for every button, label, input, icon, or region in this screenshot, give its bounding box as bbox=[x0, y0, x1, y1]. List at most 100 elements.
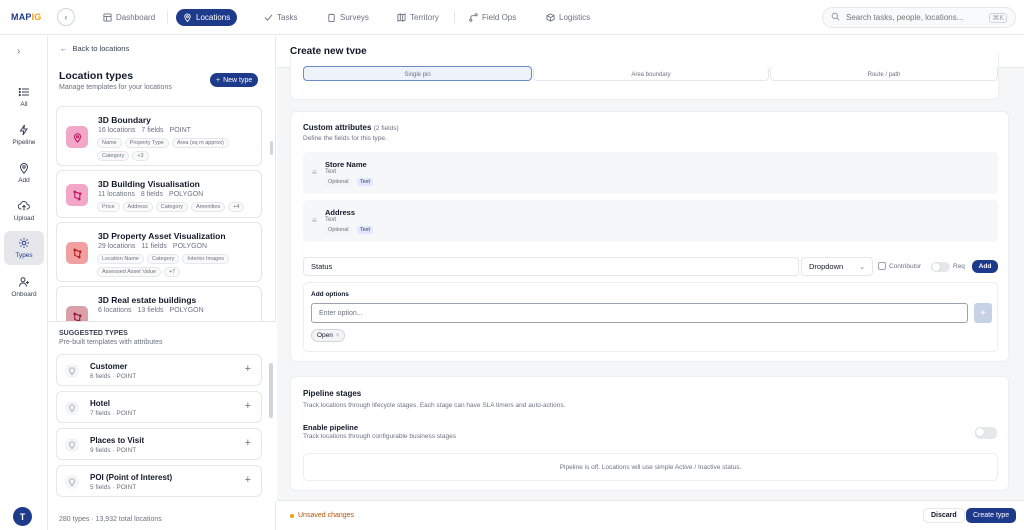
back-to-locations-link[interactable]: ← Back to locations bbox=[60, 44, 129, 53]
pin-icon bbox=[65, 475, 79, 489]
tag: Price bbox=[97, 202, 120, 212]
type-card[interactable]: 3D Building Visualisation 11 locations 8 … bbox=[56, 170, 262, 218]
discard-button[interactable]: Discard bbox=[923, 508, 965, 523]
app-logo[interactable]: MAPIG bbox=[11, 12, 42, 22]
option-input[interactable]: Enter option... bbox=[311, 303, 968, 323]
polygon-icon bbox=[66, 184, 88, 206]
tag: Address bbox=[122, 202, 153, 212]
pipeline-section: Pipeline stages Track locations through … bbox=[290, 376, 1009, 491]
nav-surveys[interactable]: Surveys bbox=[320, 9, 376, 26]
attribute-row[interactable]: ≡ Store Name Text Optional Text bbox=[303, 152, 998, 194]
geometry-option-single-pin[interactable]: Single pin bbox=[303, 66, 532, 81]
new-field-name-input[interactable]: Status bbox=[303, 257, 799, 276]
tag: Area (sq m approx) bbox=[171, 138, 229, 148]
global-search[interactable]: ⌘K bbox=[822, 7, 1016, 28]
rail-item-onboard[interactable]: Onboard bbox=[4, 270, 44, 304]
type-card[interactable]: 3D Property Asset Visualization 29 locat… bbox=[56, 222, 262, 282]
suggested-item[interactable]: Places to Visit 9 fields · POINT + bbox=[56, 428, 262, 460]
check-icon bbox=[264, 13, 273, 22]
tag: Category bbox=[97, 151, 130, 161]
required-toggle[interactable] bbox=[931, 262, 950, 272]
pin-icon bbox=[66, 126, 88, 148]
geometry-section: Single pin Area boundary Route / path bbox=[290, 54, 999, 100]
type-meta: 6 locations 13 fields POLYGON bbox=[98, 307, 204, 314]
rail-item-add[interactable]: Add bbox=[4, 156, 44, 190]
add-options-label: Add options bbox=[311, 291, 349, 298]
suggested-types-section: SUGGESTED TYPES Pre-built templates with… bbox=[48, 321, 276, 501]
remove-chip-icon[interactable]: × bbox=[336, 333, 340, 339]
attribute-type: Text bbox=[325, 217, 337, 223]
tag-more: +4 bbox=[228, 202, 245, 212]
type-tags: Price Address Category Amenities +4 bbox=[97, 202, 257, 212]
suggested-name: POI (Point of Interest) bbox=[90, 473, 173, 482]
type-meta: 11 locations 8 fields POLYGON bbox=[98, 191, 204, 198]
add-icon[interactable]: + bbox=[245, 400, 251, 412]
option-chip[interactable]: Open × bbox=[311, 329, 346, 342]
add-icon[interactable]: + bbox=[245, 363, 251, 375]
geometry-option-area[interactable]: Area boundary bbox=[533, 66, 769, 81]
nav-locations[interactable]: Locations bbox=[176, 9, 238, 26]
suggested-name: Places to Visit bbox=[90, 436, 145, 445]
suggested-item[interactable]: Hotel 7 fields · POINT + bbox=[56, 391, 262, 423]
nav-tasks[interactable]: Tasks bbox=[257, 9, 304, 26]
search-input[interactable] bbox=[846, 13, 984, 22]
add-icon[interactable]: + bbox=[245, 437, 251, 449]
new-type-button[interactable]: + New type bbox=[210, 73, 259, 87]
chevron-left-icon: ‹ bbox=[64, 12, 68, 22]
nav-divider bbox=[454, 11, 455, 24]
drag-handle-icon[interactable]: ≡ bbox=[312, 168, 317, 177]
plus-icon: + bbox=[216, 76, 221, 84]
panel-subtitle: Manage templates for your locations bbox=[59, 84, 172, 91]
type-meta: 29 locations 11 fields POLYGON bbox=[98, 243, 208, 250]
user-avatar[interactable]: T bbox=[13, 507, 32, 526]
upload-icon bbox=[18, 200, 30, 211]
expand-rail-icon[interactable]: › bbox=[17, 46, 20, 57]
suggested-name: Customer bbox=[90, 362, 128, 371]
types-scrollbar[interactable] bbox=[270, 141, 273, 155]
pin-icon bbox=[65, 438, 79, 452]
form-footer bbox=[277, 500, 1024, 530]
enable-pipeline-label: Enable pipeline bbox=[303, 423, 359, 432]
arrow-left-icon: ← bbox=[60, 44, 68, 53]
warning-dot-icon bbox=[290, 513, 294, 518]
rail-item-upload[interactable]: Upload bbox=[4, 194, 44, 228]
suggested-item[interactable]: Customer 6 fields · POINT + bbox=[56, 354, 262, 386]
suggested-item[interactable]: POI (Point of Interest) 5 fields · POINT… bbox=[56, 465, 262, 497]
gear-icon bbox=[19, 238, 29, 248]
contributor-label: Contributor bbox=[889, 263, 922, 270]
contributor-checkbox[interactable] bbox=[878, 262, 886, 270]
geometry-option-route[interactable]: Route / path bbox=[770, 66, 998, 81]
attribute-row[interactable]: ≡ Address Text Optional Text bbox=[303, 200, 998, 242]
type-badge: Text bbox=[357, 226, 374, 234]
nav-logistics[interactable]: Logistics bbox=[539, 9, 597, 26]
tag: Category bbox=[147, 254, 180, 264]
required-label: Req bbox=[953, 263, 965, 270]
polygon-icon bbox=[66, 242, 88, 264]
pin-icon bbox=[183, 13, 192, 22]
pipeline-icon bbox=[19, 124, 28, 136]
field-type-select[interactable]: Dropdown ⌄ bbox=[801, 257, 873, 276]
enable-pipeline-toggle[interactable] bbox=[975, 427, 997, 439]
type-card[interactable]: 3D Boundary 16 locations 7 fields POINT Na… bbox=[56, 106, 262, 166]
user-add-icon bbox=[19, 277, 29, 287]
rail-item-all[interactable]: All bbox=[4, 80, 44, 114]
tag: Interior Images bbox=[182, 254, 230, 264]
type-name: 3D Real estate buildings bbox=[98, 295, 197, 305]
tag-more: +3 bbox=[132, 151, 149, 161]
suggested-scrollbar[interactable] bbox=[269, 363, 273, 418]
pin-icon bbox=[19, 163, 29, 174]
drag-handle-icon[interactable]: ≡ bbox=[312, 216, 317, 225]
suggested-meta: 7 fields · POINT bbox=[90, 410, 137, 417]
pipeline-off-box: Pipeline is off. Locations will use simp… bbox=[303, 453, 998, 481]
create-type-button[interactable]: Create type bbox=[966, 508, 1017, 523]
add-icon[interactable]: + bbox=[245, 474, 251, 486]
rail-item-types[interactable]: Types bbox=[4, 231, 44, 265]
collapse-nav-button[interactable]: ‹ bbox=[57, 8, 75, 26]
type-badge: Text bbox=[357, 178, 374, 186]
add-field-button[interactable]: Add bbox=[972, 260, 998, 273]
nav-territory[interactable]: Territory bbox=[390, 9, 446, 26]
add-option-button[interactable]: + bbox=[974, 303, 992, 323]
rail-item-pipeline[interactable]: Pipeline bbox=[4, 118, 44, 152]
nav-dashboard[interactable]: Dashboard bbox=[96, 9, 162, 26]
nav-field-ops[interactable]: Field Ops bbox=[462, 9, 523, 26]
